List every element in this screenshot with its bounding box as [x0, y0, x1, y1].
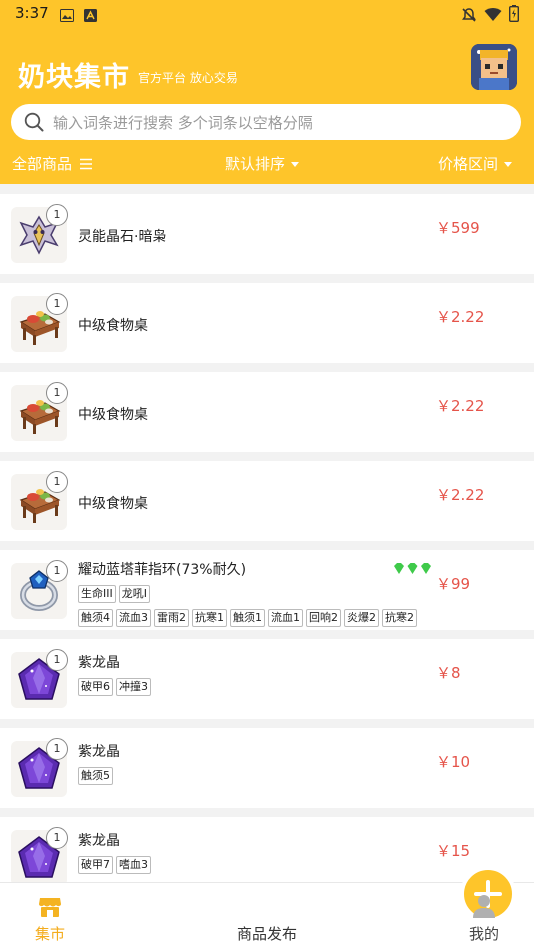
- tab-mine-label: 我的: [468, 925, 499, 943]
- product-price: ￥8: [436, 664, 461, 682]
- product-price: ￥2.22: [436, 486, 485, 504]
- quantity-badge: 1: [46, 471, 68, 493]
- filter-price-label: 价格区间: [438, 155, 499, 173]
- tab-mine[interactable]: 我的: [434, 883, 534, 951]
- image-notification-icon: [60, 7, 74, 26]
- text-notification-icon: [84, 7, 97, 26]
- attribute-tag: 破甲6: [78, 678, 113, 696]
- product-item[interactable]: 1 中级食物桌 ￥2.22: [0, 461, 534, 541]
- attribute-tag: 抗寒1: [192, 609, 227, 627]
- tag-row-primary: 生命III 龙吼I: [78, 582, 153, 603]
- product-item[interactable]: 1 中级食物桌 ￥2.22: [0, 283, 534, 363]
- quantity-badge: 1: [46, 738, 68, 760]
- person-icon: [473, 895, 495, 918]
- search-bar[interactable]: [11, 104, 521, 140]
- product-name: 紫龙晶: [78, 744, 120, 760]
- product-list: 1 灵能晶石·暗枭 ￥599 1 中级食物桌 ￥2.22 1 中级食物桌 ￥2.…: [0, 194, 534, 906]
- dropdown-arrow-icon: [504, 162, 513, 167]
- quantity-badge: 1: [46, 560, 68, 582]
- attribute-tag: 冲撞3: [116, 678, 151, 696]
- product-name: 紫龙晶: [78, 655, 120, 671]
- search-icon: [24, 112, 44, 132]
- product-name: 中级食物桌: [78, 407, 148, 423]
- product-name: 灵能晶石·暗枭: [78, 229, 167, 245]
- product-item[interactable]: 1 紫龙晶 触须5 ￥10: [0, 728, 534, 808]
- attribute-tag: 流血3: [116, 609, 151, 627]
- filter-sort[interactable]: 默认排序: [225, 153, 300, 174]
- product-price: ￥2.22: [436, 308, 485, 326]
- quantity-badge: 1: [46, 649, 68, 671]
- status-bar: 3:37: [0, 0, 534, 28]
- attribute-tag: 触须4: [78, 609, 113, 627]
- bottom-tab-bar: 集市 商品发布 我的: [0, 866, 534, 951]
- filter-all-label: 全部商品: [12, 155, 73, 173]
- attribute-tag: 触须1: [230, 609, 265, 627]
- product-item[interactable]: 1 耀动蓝塔菲指环(73%耐久) 生命III 龙吼I 触须4 流血3 雷雨2 抗寒1 触须…: [0, 550, 534, 630]
- product-price: ￥10: [436, 753, 471, 771]
- quality-gems: [393, 560, 433, 579]
- filter-sort-label: 默认排序: [225, 155, 286, 173]
- product-name: 耀动蓝塔菲指环(73%耐久): [78, 562, 247, 578]
- search-input[interactable]: [51, 108, 510, 138]
- menu-icon: [79, 158, 92, 170]
- green-gem-icon: [394, 563, 431, 574]
- tab-market-label: 集市: [34, 925, 65, 943]
- status-time: 3:37: [15, 4, 49, 22]
- attribute-tag: 回响2: [306, 609, 341, 627]
- dropdown-arrow-icon: [291, 162, 300, 167]
- tab-market[interactable]: 集市: [0, 883, 100, 951]
- product-name: 中级食物桌: [78, 318, 148, 334]
- tag-row-secondary: 触须4 流血3 雷雨2 抗寒1 触须1 流血1 回响2 炎爆2 抗寒2: [78, 606, 420, 627]
- product-price: ￥15: [436, 842, 471, 860]
- tag-row-primary: 破甲6 冲撞3: [78, 675, 154, 696]
- product-name: 紫龙晶: [78, 833, 120, 849]
- product-item[interactable]: 1 紫龙晶 破甲6 冲撞3 ￥8: [0, 639, 534, 719]
- tag-row-primary: 触须5: [78, 764, 116, 785]
- attribute-tag: 触须5: [78, 767, 113, 785]
- filter-price-range[interactable]: 价格区间: [438, 153, 513, 174]
- tab-publish[interactable]: 商品发布: [217, 866, 516, 951]
- mute-notification-icon: [461, 7, 477, 27]
- product-price: ￥2.22: [436, 397, 485, 415]
- attribute-tag: 抗寒2: [382, 609, 417, 627]
- product-price: ￥99: [436, 575, 471, 593]
- filter-bar: 全部商品 默认排序 价格区间: [0, 150, 534, 178]
- attribute-tag: 龙吼I: [118, 585, 150, 603]
- product-name: 中级食物桌: [78, 496, 148, 512]
- product-price: ￥599: [436, 219, 480, 237]
- tab-publish-label: 商品发布: [236, 925, 297, 943]
- wifi-icon: [484, 7, 502, 26]
- quantity-badge: 1: [46, 382, 68, 404]
- store-icon: [39, 898, 61, 917]
- user-avatar[interactable]: [471, 44, 517, 90]
- attribute-tag: 炎爆2: [344, 609, 379, 627]
- quantity-badge: 1: [46, 827, 68, 849]
- quantity-badge: 1: [46, 204, 68, 226]
- app-subtitle: 官方平台 放心交易: [138, 71, 238, 85]
- attribute-tag: 流血1: [268, 609, 303, 627]
- battery-icon: [508, 5, 520, 26]
- product-item[interactable]: 1 灵能晶石·暗枭 ￥599: [0, 194, 534, 274]
- attribute-tag: 嗜血3: [116, 856, 151, 874]
- quantity-badge: 1: [46, 293, 68, 315]
- attribute-tag: 破甲7: [78, 856, 113, 874]
- attribute-tag: 雷雨2: [154, 609, 189, 627]
- app-title: 奶块集市: [18, 62, 130, 93]
- filter-all-products[interactable]: 全部商品: [12, 153, 93, 174]
- product-item[interactable]: 1 中级食物桌 ￥2.22: [0, 372, 534, 452]
- attribute-tag: 生命III: [78, 585, 116, 603]
- app-header: 3:37 奶块集市 官方平台 放心交易 输入词条进行搜索 多个词条以空格分隔 全…: [0, 0, 534, 184]
- tag-row-primary: 破甲7 嗜血3: [78, 853, 154, 874]
